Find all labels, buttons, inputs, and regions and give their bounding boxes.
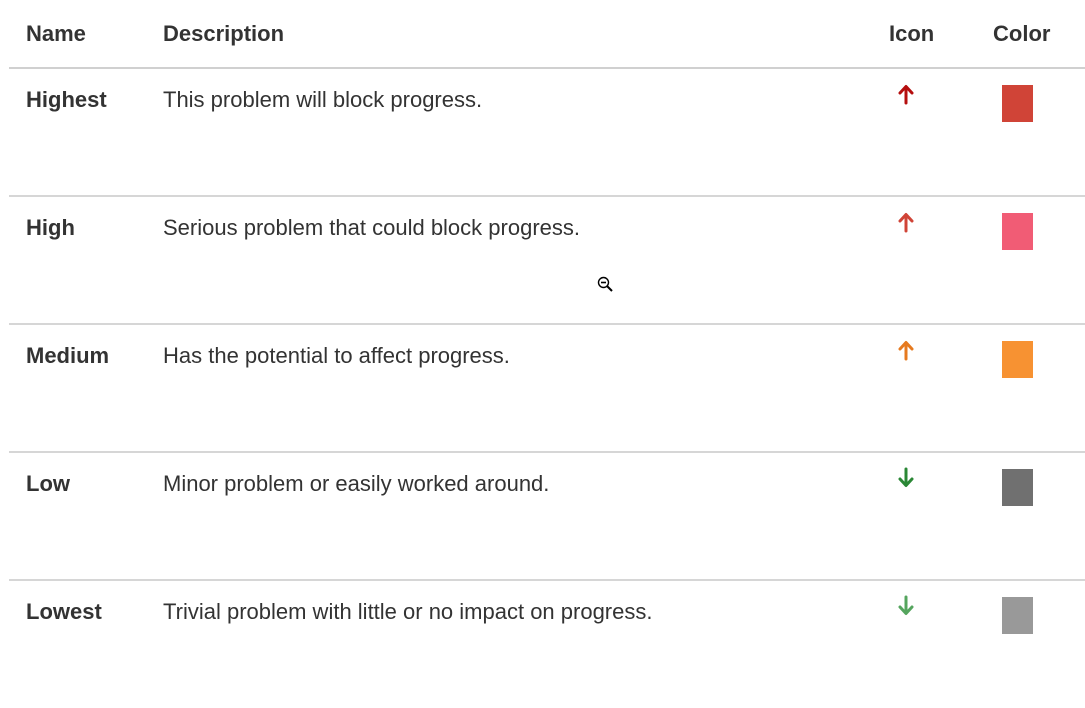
table-row: High Serious problem that could block pro…: [9, 196, 1085, 325]
priority-table: Name Description Icon Color Highest This …: [9, 0, 1085, 708]
arrow-down-icon: [898, 595, 914, 615]
table-row: Medium Has the potential to affect progre…: [9, 324, 1085, 453]
priority-description: This problem will block progress.: [163, 87, 483, 112]
header-name: Name: [9, 0, 163, 69]
color-swatch: [1002, 213, 1033, 250]
color-swatch: [1002, 597, 1033, 634]
priority-name: Highest: [26, 87, 107, 112]
color-swatch: [1002, 85, 1033, 122]
table-row: Lowest Trivial problem with little or no …: [9, 580, 1085, 708]
zoom-out-cursor-icon: [597, 276, 613, 292]
priority-description: Serious problem that could block progres…: [163, 215, 580, 240]
table-header-row: Name Description Icon Color: [9, 0, 1085, 69]
table-row: Low Minor problem or easily worked around…: [9, 452, 1085, 581]
priority-name: High: [26, 215, 75, 240]
priority-name: Low: [26, 471, 70, 496]
arrow-up-icon: [898, 85, 914, 105]
priority-description: Minor problem or easily worked around.: [163, 471, 550, 496]
arrow-up-icon: [898, 341, 914, 361]
priority-name: Medium: [26, 343, 110, 368]
color-swatch: [1002, 341, 1033, 378]
table-row: Highest This problem will block progress.: [9, 68, 1085, 197]
priority-description: Has the potential to affect progress.: [163, 343, 510, 368]
priority-name: Lowest: [26, 599, 102, 624]
arrow-up-icon: [898, 213, 914, 233]
header-description: Description: [163, 0, 863, 69]
arrow-down-icon: [898, 467, 914, 487]
header-color: Color: [969, 0, 1085, 69]
header-icon: Icon: [863, 0, 969, 69]
color-swatch: [1002, 469, 1033, 506]
priority-description: Trivial problem with little or no impact…: [163, 599, 653, 624]
